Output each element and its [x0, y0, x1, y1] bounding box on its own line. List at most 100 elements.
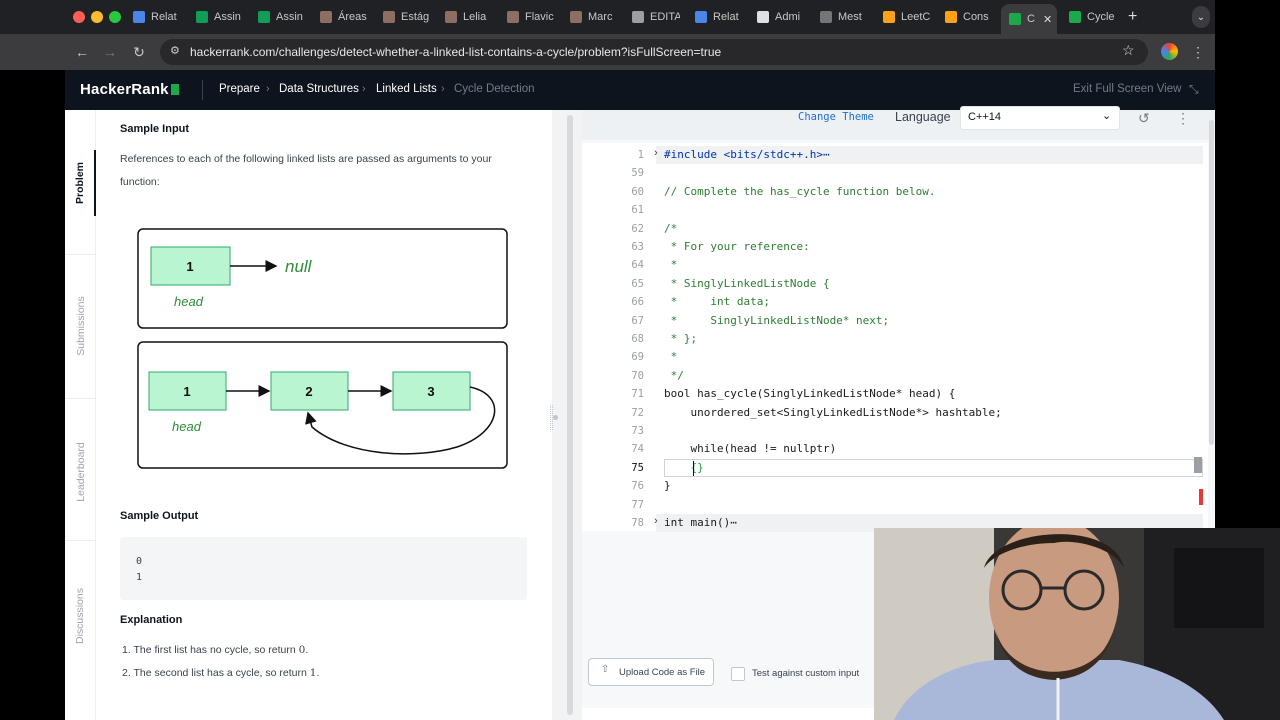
address-bar[interactable]: ⚙ hackerrank.com/challenges/detect-wheth… — [160, 39, 1148, 65]
breadcrumb-linked-lists[interactable]: Linked Lists — [376, 83, 437, 95]
current-line-highlight — [664, 459, 1203, 477]
editor-scrollbar[interactable] — [1209, 120, 1214, 445]
code-line-active[interactable]: {} — [664, 461, 703, 474]
maximize-window-dot[interactable] — [109, 11, 121, 23]
code-line[interactable]: * SinglyLinkedListNode* next; — [664, 314, 890, 327]
code-line[interactable]: while(head != nullptr) — [664, 442, 836, 455]
line-number: 67 — [631, 315, 644, 327]
browser-tab[interactable]: Áreas — [320, 6, 368, 28]
minimize-window-dot[interactable] — [91, 11, 103, 23]
resize-grip[interactable] — [550, 405, 553, 430]
browser-tab[interactable]: Marc — [570, 6, 618, 28]
sample-input-text-2: function: — [120, 176, 160, 188]
browser-tab[interactable]: Mest — [820, 6, 868, 28]
explanation-item: 1. The first list has no cycle, so retur… — [122, 644, 309, 656]
code-line[interactable]: int main()⋯ — [664, 516, 737, 529]
line-number: 66 — [631, 296, 644, 308]
breadcrumb-prepare[interactable]: Prepare — [219, 83, 260, 95]
code-line[interactable]: } — [664, 479, 671, 492]
fold-chevron-icon[interactable]: › — [654, 147, 658, 159]
bookmark-star-icon[interactable]: ☆ — [1122, 42, 1135, 59]
code-line[interactable]: * — [664, 350, 678, 363]
change-theme-link[interactable]: Change Theme — [798, 111, 874, 123]
collapse-icon[interactable]: ⤡ — [1189, 82, 1199, 97]
browser-tab[interactable]: Estág — [383, 6, 431, 28]
problem-pane: Problem Submissions Leaderboard Discussi… — [65, 110, 552, 720]
sample-output-line: 1 — [136, 572, 143, 583]
line-number: 60 — [631, 186, 644, 198]
breadcrumb-cycle-detection: Cycle Detection — [454, 83, 535, 95]
code-line[interactable]: * — [664, 258, 678, 271]
browser-tab[interactable]: Relat — [695, 6, 743, 28]
tab-submissions[interactable]: Submissions — [65, 290, 96, 362]
hackerrank-header: HackerRank Prepare › Data Structures › L… — [65, 70, 1215, 110]
fold-chevron-icon[interactable]: › — [654, 515, 658, 527]
code-line[interactable]: unordered_set<SinglyLinkedListNode*> has… — [664, 406, 1001, 419]
tab-problem[interactable]: Problem — [65, 150, 96, 216]
scroll-position-marker — [1194, 457, 1202, 473]
browser-tab[interactable]: Admi — [757, 6, 805, 28]
code-line[interactable]: * }; — [664, 332, 698, 345]
text-cursor — [693, 461, 694, 476]
browser-tab[interactable]: Relat — [133, 6, 181, 28]
editor-options-icon[interactable]: ⋮ — [1176, 110, 1190, 127]
code-line[interactable]: */ — [664, 369, 684, 382]
language-select[interactable]: C++14 ⌄ — [960, 106, 1120, 130]
list-node-label: 2 — [305, 384, 312, 399]
new-tab-icon[interactable]: + — [1128, 6, 1142, 28]
close-tab-icon[interactable]: ✕ — [1043, 13, 1052, 26]
error-marker — [1199, 489, 1203, 505]
pane-divider[interactable] — [550, 110, 582, 720]
code-line[interactable]: * SinglyLinkedListNode { — [664, 277, 830, 290]
line-number: 63 — [631, 241, 644, 253]
upload-code-button[interactable]: ⇧ Upload Code as File — [588, 658, 714, 686]
explanation-item: 2. The second list has a cycle, so retur… — [122, 667, 320, 679]
breadcrumb-separator: › — [362, 83, 366, 95]
line-number: 65 — [631, 278, 644, 290]
browser-tab[interactable]: Flavic — [507, 6, 555, 28]
browser-tab[interactable]: EDITA — [632, 6, 680, 28]
browser-tab[interactable]: Assin — [196, 6, 244, 28]
explanation-heading: Explanation — [120, 614, 183, 626]
browser-tab[interactable]: Cycle — [1069, 6, 1117, 28]
webcam-overlay — [874, 528, 1280, 720]
line-number-active: 75 — [631, 462, 644, 474]
tab-search-icon[interactable]: ⌄ — [1192, 6, 1210, 28]
browser-tab[interactable]: Assin — [258, 6, 306, 28]
exit-fullscreen-link[interactable]: Exit Full Screen View — [1073, 83, 1181, 95]
breadcrumb-separator: › — [441, 83, 445, 95]
browser-tab[interactable]: LeetC — [883, 6, 931, 28]
browser-menu-icon[interactable]: ⋮ — [1188, 42, 1208, 62]
tab-leaderboard[interactable]: Leaderboard — [65, 436, 96, 508]
back-icon[interactable]: ← — [72, 42, 92, 62]
profile-avatar[interactable] — [1161, 43, 1178, 60]
list-node-label: 3 — [427, 384, 434, 399]
line-number: 77 — [631, 499, 644, 511]
code-line[interactable]: * int data; — [664, 295, 770, 308]
browser-toolbar: ← → ↻ ⚙ hackerrank.com/challenges/detect… — [0, 34, 1215, 70]
code-line[interactable]: /* — [664, 222, 677, 235]
code-line[interactable]: bool has_cycle(SinglyLinkedListNode* hea… — [664, 387, 955, 400]
code-line[interactable]: // Complete the has_cycle function below… — [664, 185, 936, 198]
line-number: 78 — [631, 517, 644, 529]
reload-icon[interactable]: ↻ — [129, 42, 149, 62]
hackerrank-logo[interactable]: HackerRank — [80, 81, 179, 98]
close-window-dot[interactable] — [73, 11, 85, 23]
breadcrumb-data-structures[interactable]: Data Structures — [279, 83, 359, 95]
code-line[interactable]: #include <bits/stdc++.h>⋯ — [664, 148, 830, 161]
resize-handle[interactable] — [553, 415, 558, 420]
site-info-icon[interactable]: ⚙ — [170, 44, 180, 57]
head-label: head — [174, 294, 204, 309]
code-editor[interactable]: › › 1 59 60 61 62 63 64 65 66 67 68 69 7… — [582, 143, 1208, 532]
browser-tab[interactable]: Cons — [945, 6, 993, 28]
history-icon[interactable]: ↺ — [1138, 110, 1150, 127]
line-number: 71 — [631, 388, 644, 400]
forward-icon[interactable]: → — [100, 42, 120, 62]
browser-tab[interactable]: Lelia — [445, 6, 493, 28]
custom-input-checkbox[interactable] — [731, 667, 745, 681]
problem-scrollbar[interactable] — [567, 115, 573, 715]
browser-tab-active[interactable]: C ✕ — [1001, 4, 1057, 34]
tab-discussions[interactable]: Discussions — [65, 580, 96, 652]
code-line[interactable]: * For your reference: — [664, 240, 810, 253]
language-label: Language — [895, 110, 951, 124]
